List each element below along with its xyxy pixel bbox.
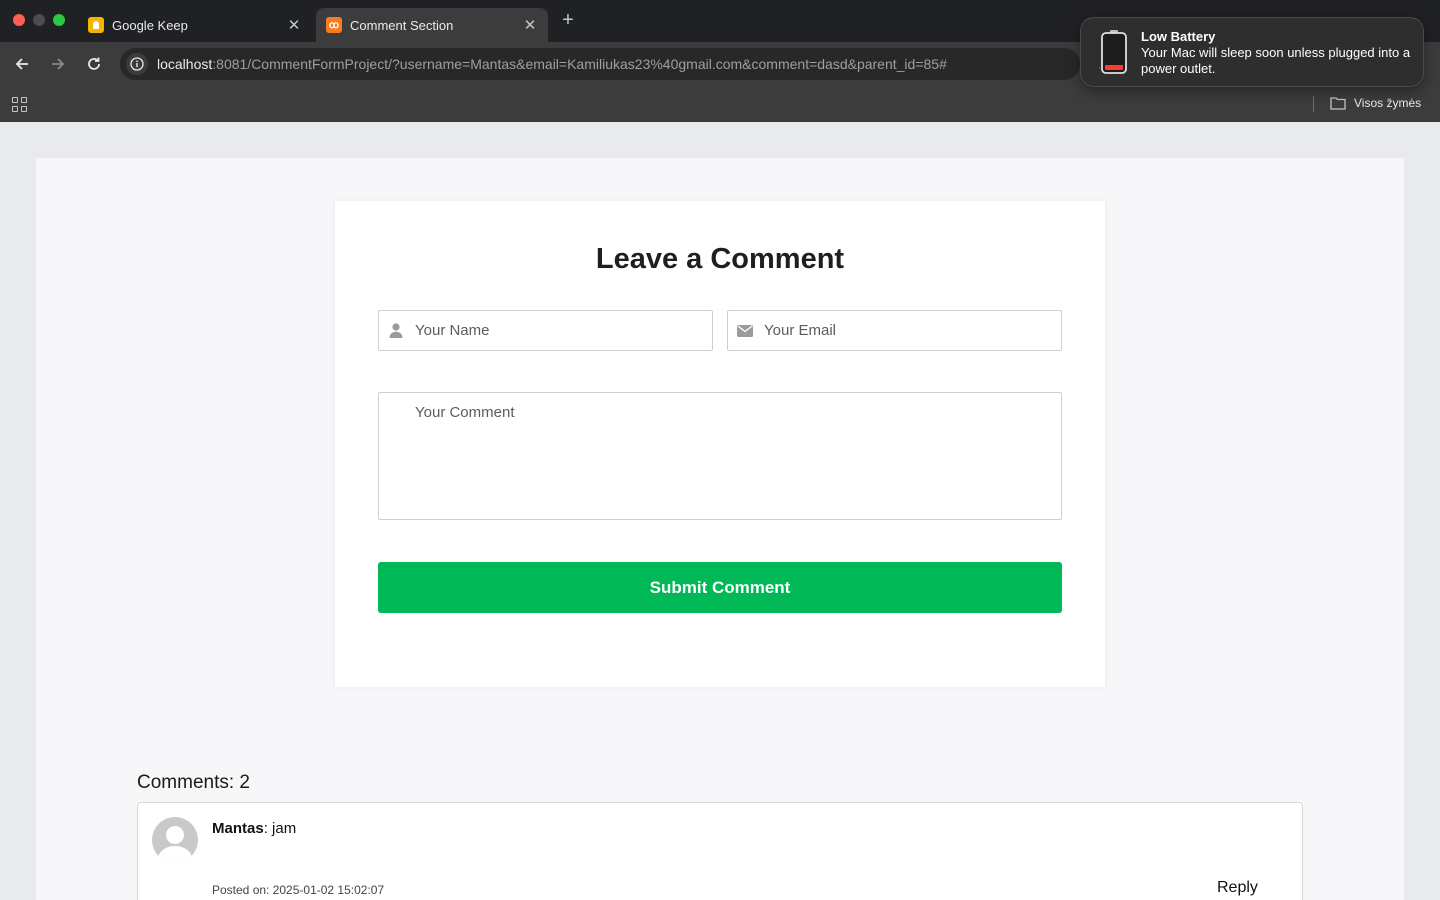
form-title: Leave a Comment	[595, 243, 845, 275]
back-button[interactable]	[10, 52, 34, 76]
page-viewport: Leave a Comment Submit Comment Comments:…	[0, 122, 1440, 900]
window-zoom-button[interactable]	[53, 14, 65, 26]
name-field[interactable]	[378, 310, 713, 351]
bookmarks-divider	[1313, 96, 1314, 112]
comments-count: Comments: 2	[137, 772, 250, 793]
name-input[interactable]	[415, 322, 695, 339]
window-close-button[interactable]	[13, 14, 25, 26]
arrow-left-icon	[15, 58, 28, 70]
new-tab-button[interactable]: +	[558, 10, 578, 30]
url-path: :8081/CommentFormProject/?username=Manta…	[212, 56, 947, 72]
tab-title: Google Keep	[112, 17, 188, 33]
arrow-right-icon	[52, 58, 65, 70]
apps-grid-icon[interactable]	[12, 97, 27, 112]
battery-low-icon	[1099, 30, 1127, 74]
avatar	[152, 817, 198, 863]
forward-button[interactable]	[46, 52, 70, 76]
comment-header: Mantas: jam	[212, 820, 296, 837]
bookmarks-bar: Visos žymės	[0, 86, 1440, 122]
submit-comment-button[interactable]: Submit Comment	[378, 562, 1062, 613]
tab-title: Comment Section	[350, 17, 454, 33]
page-container: Leave a Comment Submit Comment Comments:…	[36, 158, 1404, 900]
reply-button[interactable]: Reply	[1217, 879, 1258, 897]
comment-field[interactable]	[378, 392, 1062, 520]
google-keep-icon	[88, 17, 104, 33]
comment-author: Mantas	[212, 820, 264, 837]
user-icon	[388, 323, 404, 339]
tab-comment-section[interactable]: ꝏ Comment Section ✕	[316, 8, 548, 42]
tab-google-keep[interactable]: Google Keep ✕	[78, 8, 312, 42]
close-icon[interactable]: ✕	[522, 17, 538, 34]
notification-title: Low Battery	[1141, 29, 1216, 44]
url-text: localhost:8081/CommentFormProject/?usern…	[157, 56, 947, 72]
reload-icon	[88, 57, 100, 70]
address-bar[interactable]: localhost:8081/CommentFormProject/?usern…	[120, 48, 1080, 80]
user-avatar-icon	[157, 826, 193, 863]
xampp-icon: ꝏ	[326, 17, 342, 33]
window-minimize-button[interactable]	[33, 14, 45, 26]
folder-icon	[1330, 97, 1346, 110]
all-bookmarks-label: Visos žymės	[1354, 96, 1422, 110]
low-battery-notification[interactable]: Low Battery Your Mac will sleep soon unl…	[1080, 17, 1424, 87]
email-input[interactable]	[764, 322, 1044, 339]
notification-body: Your Mac will sleep soon unless plugged …	[1141, 45, 1411, 76]
comment-form: Leave a Comment Submit Comment	[335, 201, 1105, 687]
comment-item: Mantas: jam Posted on: 2025-01-02 15:02:…	[137, 802, 1303, 900]
reload-button[interactable]	[82, 52, 106, 76]
comment-textarea[interactable]	[415, 404, 1035, 504]
all-bookmarks-button[interactable]: Visos žymės	[1330, 96, 1421, 110]
comment-date: Posted on: 2025-01-02 15:02:07	[212, 883, 385, 897]
site-info-icon[interactable]	[126, 53, 148, 75]
url-host: localhost	[157, 56, 213, 72]
envelope-icon	[737, 323, 753, 339]
close-icon[interactable]: ✕	[286, 17, 302, 34]
email-field[interactable]	[727, 310, 1062, 351]
comment-text: : jam	[263, 820, 297, 837]
